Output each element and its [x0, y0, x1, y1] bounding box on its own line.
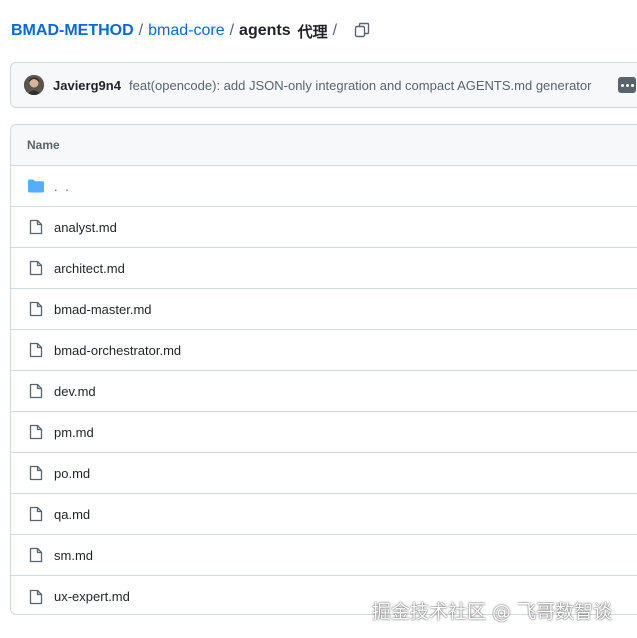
avatar[interactable]	[24, 75, 44, 95]
latest-commit-bar: Javierg9n4 feat(opencode): add JSON-only…	[10, 62, 637, 108]
file-table: Name . . analyst.md architect.md bmad-ma…	[10, 124, 637, 615]
file-name-link[interactable]: ux-expert.md	[54, 589, 130, 604]
folder-icon	[27, 177, 45, 195]
copy-path-button[interactable]	[351, 19, 373, 41]
breadcrumb-folder-link[interactable]: bmad-core	[148, 22, 224, 40]
file-name-link[interactable]: pm.md	[54, 425, 94, 440]
file-icon	[27, 341, 45, 359]
file-row[interactable]: sm.md	[11, 535, 637, 576]
commit-author[interactable]: Javierg9n4	[53, 78, 121, 93]
kebab-icon	[630, 83, 634, 87]
file-name-link[interactable]: sm.md	[54, 548, 93, 563]
file-name-link[interactable]: analyst.md	[54, 220, 117, 235]
file-icon	[27, 546, 45, 564]
file-icon	[27, 218, 45, 236]
file-row[interactable]: pm.md	[11, 412, 637, 453]
breadcrumb-current: agents	[239, 22, 291, 39]
copy-icon	[354, 22, 370, 38]
file-icon	[27, 259, 45, 277]
file-row[interactable]: analyst.md	[11, 207, 637, 248]
file-name-link[interactable]: bmad-orchestrator.md	[54, 343, 181, 358]
file-icon	[27, 588, 45, 606]
file-row[interactable]: bmad-orchestrator.md	[11, 330, 637, 371]
breadcrumb: BMAD-METHOD / bmad-core / agents 代理 /	[11, 19, 342, 43]
file-icon	[27, 300, 45, 318]
table-header-name: Name	[11, 125, 637, 166]
breadcrumb-separator: /	[229, 22, 235, 39]
file-name-link[interactable]: architect.md	[54, 261, 125, 276]
file-name-link[interactable]: dev.md	[54, 384, 96, 399]
commit-more-button[interactable]	[618, 77, 636, 93]
breadcrumb-separator: /	[138, 22, 144, 39]
breadcrumb-annotation: 代理	[297, 22, 328, 41]
file-icon	[27, 382, 45, 400]
file-row[interactable]: architect.md	[11, 248, 637, 289]
kebab-icon	[620, 83, 624, 87]
file-icon	[27, 423, 45, 441]
watermark: 掘金技术社区 @ 飞哥数智谈	[372, 601, 613, 623]
commit-message[interactable]: feat(opencode): add JSON-only integratio…	[129, 78, 609, 93]
file-row[interactable]: dev.md	[11, 371, 637, 412]
breadcrumb-repo-link[interactable]: BMAD-METHOD	[11, 22, 134, 40]
file-name-link[interactable]: po.md	[54, 466, 90, 481]
file-row[interactable]: po.md	[11, 453, 637, 494]
file-name-link[interactable]: qa.md	[54, 507, 90, 522]
file-icon	[27, 505, 45, 523]
file-row[interactable]: qa.md	[11, 494, 637, 535]
file-row[interactable]: bmad-master.md	[11, 289, 637, 330]
parent-directory-row[interactable]: . .	[11, 166, 637, 207]
breadcrumb-separator: /	[332, 22, 338, 39]
file-name-link[interactable]: bmad-master.md	[54, 302, 152, 317]
file-icon	[27, 464, 45, 482]
parent-directory-link[interactable]: . .	[54, 179, 71, 194]
kebab-icon	[625, 83, 629, 87]
